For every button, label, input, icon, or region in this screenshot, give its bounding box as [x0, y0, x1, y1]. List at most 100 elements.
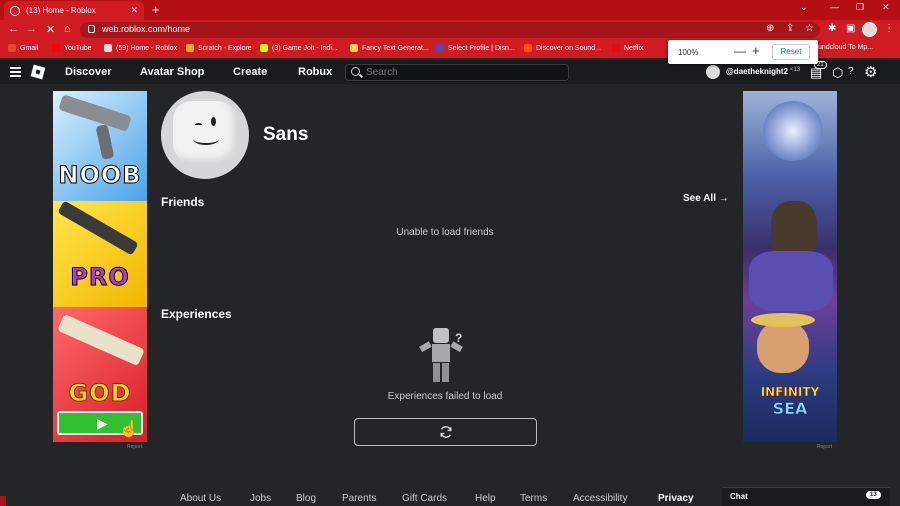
nav-discover[interactable]: Discover — [65, 66, 111, 78]
footer-accessibility[interactable]: Accessibility — [573, 493, 627, 504]
report-ad-right[interactable]: Report — [817, 444, 832, 450]
avatar-head-image — [173, 101, 237, 163]
ad-word-noob: NOOB — [58, 161, 142, 190]
bookmark-fancy-text[interactable]: Fancy Text Generat... — [350, 44, 429, 52]
nav-create[interactable]: Create — [233, 66, 267, 78]
chat-label: Chat — [730, 492, 748, 501]
hand-pointer-icon: ☝ — [119, 421, 139, 438]
browser-menu-icon[interactable]: ⋮ — [884, 23, 894, 34]
ad-word-sea: SEA — [772, 399, 808, 419]
scratch-icon — [186, 44, 194, 52]
nav-robux[interactable]: Robux — [298, 66, 332, 78]
zoom-level: 100% — [678, 48, 699, 57]
bookmark-gmail[interactable]: Gmail — [8, 44, 38, 52]
home-icon[interactable]: ⌂ — [64, 23, 71, 35]
footer-gift-cards[interactable]: Gift Cards — [402, 493, 447, 504]
bookmark-roblox-home[interactable]: (59) Home - Roblox — [104, 44, 177, 52]
bookmark-scratch[interactable]: Scratch - Explore — [186, 44, 252, 52]
zoom-in-button[interactable]: + — [752, 43, 760, 58]
tab-title: (13) Home - Roblox — [26, 6, 96, 15]
ad-word-god: GOD — [68, 379, 132, 408]
chat-bar[interactable]: Chat 13 — [722, 487, 890, 506]
bookmark-netflix[interactable]: Netflix — [612, 44, 643, 52]
ad-segment-pro: PRO — [53, 200, 147, 307]
browser-tab[interactable]: (13) Home - Roblox ✕ — [4, 1, 144, 20]
username-label[interactable]: @daetheknight2 — [726, 67, 788, 76]
friends-heading: Friends — [161, 195, 205, 209]
footer-about-us[interactable]: About Us — [180, 493, 221, 504]
svg-text:?: ? — [455, 331, 462, 345]
footer-privacy[interactable]: Privacy — [658, 493, 694, 504]
avatar-mouth — [193, 133, 219, 145]
age-bracket-label: <13 — [790, 67, 801, 73]
see-all-friends-link[interactable]: See All → — [683, 193, 729, 204]
forward-arrow-icon[interactable]: → — [26, 23, 37, 35]
back-arrow-icon[interactable]: ← — [8, 23, 19, 35]
experiences-heading: Experiences — [161, 307, 232, 321]
left-ad-banner[interactable]: NOOB PRO GOD ▶ ☝ — [53, 91, 147, 442]
play-button[interactable]: ▶ ☝ — [57, 411, 143, 438]
footer-parents[interactable]: Parents — [342, 493, 376, 504]
user-avatar[interactable] — [706, 65, 720, 79]
fancy-text-icon — [350, 44, 358, 52]
bookmark-youtube[interactable]: YouTube — [52, 44, 92, 52]
youtube-icon — [52, 44, 60, 52]
search-input[interactable]: Search — [345, 64, 569, 81]
bookmark-soundcloud[interactable]: Discover on Sound... — [524, 44, 601, 52]
footer-terms[interactable]: Terms — [520, 493, 547, 504]
minimize-button[interactable]: — — [830, 2, 839, 12]
extensions-icon[interactable]: ✱ — [828, 23, 836, 34]
avatar-eye-right — [211, 117, 216, 126]
restore-button[interactable]: ❐ — [856, 2, 864, 13]
address-bar[interactable]: web.roblox.com/home — [80, 22, 820, 38]
footer-jobs[interactable]: Jobs — [250, 493, 271, 504]
ad-segment-noob: NOOB — [53, 91, 147, 201]
avatar-eye-left — [195, 123, 202, 126]
ad-segment-god: GOD ▶ ☝ — [53, 307, 147, 442]
chat-unread-badge: 13 — [866, 491, 881, 499]
bookmark-star-icon[interactable]: ☆ — [805, 23, 814, 34]
roblox-logo-icon[interactable] — [30, 64, 46, 80]
bookmark-game-jolt[interactable]: (3) Game Jolt - Indi... — [260, 44, 338, 52]
nav-avatar-shop[interactable]: Avatar Shop — [140, 66, 204, 78]
profile-display-name[interactable]: Sans — [263, 124, 308, 146]
straw-hat-image — [751, 313, 815, 327]
settings-gear-icon[interactable]: ⚙ — [864, 63, 877, 81]
tab-search-icon[interactable]: ⌄ — [800, 2, 808, 13]
character-head-image — [771, 201, 817, 257]
ad-word-infinity: INFINITY — [760, 385, 820, 400]
zoom-out-button[interactable]: — — [734, 44, 746, 58]
search-placeholder: Search — [366, 67, 398, 78]
sidepanel-icon[interactable]: ▣ — [846, 23, 855, 34]
robux-icon[interactable]: ⬡ — [832, 65, 843, 81]
character-coat-image — [749, 251, 833, 311]
bookmark-disney[interactable]: Select Profile | Disn... — [436, 44, 515, 52]
bookmark-soundcloud-mp3[interactable]: undcloud To Mp... — [818, 44, 873, 51]
browser-profile-avatar[interactable] — [862, 22, 877, 37]
stop-loading-icon[interactable]: ✕ — [46, 23, 55, 36]
footer-blog[interactable]: Blog — [296, 493, 316, 504]
report-ad-left[interactable]: Report — [127, 444, 142, 450]
lock-icon — [88, 25, 95, 33]
tab-close-icon[interactable]: ✕ — [130, 5, 138, 16]
hamburger-menu-icon[interactable] — [10, 67, 21, 77]
new-tab-button[interactable]: + — [152, 2, 160, 17]
help-icon[interactable]: ? — [848, 66, 854, 77]
footer-help[interactable]: Help — [475, 493, 496, 504]
taskbar-edge — [0, 496, 6, 506]
roblox-favicon-icon — [10, 5, 20, 16]
close-window-button[interactable]: ✕ — [882, 2, 890, 13]
browser-tabstrip: (13) Home - Roblox ✕ + ⌄ — ❐ ✕ — [0, 0, 900, 20]
roblox-icon — [104, 44, 112, 52]
zoom-reset-button[interactable]: Reset — [772, 44, 810, 60]
reload-experiences-button[interactable] — [354, 418, 537, 446]
experiences-error-message: Experiences failed to load — [387, 391, 503, 402]
pistol-grip-image — [95, 124, 115, 160]
netflix-icon — [612, 44, 620, 52]
address-url: web.roblox.com/home — [102, 24, 191, 34]
right-ad-banner[interactable]: INFINITY SEA — [743, 91, 837, 442]
profile-avatar[interactable] — [161, 91, 249, 179]
share-icon[interactable]: ⇪ — [786, 23, 794, 34]
zoom-icon[interactable]: ⊕ — [766, 23, 774, 34]
soundcloud-icon — [524, 44, 532, 52]
